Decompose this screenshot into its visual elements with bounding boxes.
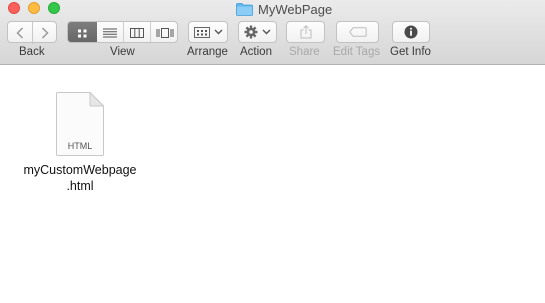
zoom-window-button[interactable] xyxy=(48,2,60,14)
arrange-label: Arrange xyxy=(187,46,228,58)
cover-flow-button[interactable] xyxy=(151,22,177,42)
toolbar: MyWebPage Back View Arrange Action Share… xyxy=(0,0,545,65)
window-title-text: MyWebPage xyxy=(258,1,333,17)
folder-icon xyxy=(236,2,253,16)
info-icon xyxy=(404,25,418,39)
file-type-badge: HTML xyxy=(68,141,93,151)
chevron-right-icon xyxy=(41,27,49,39)
window-title: MyWebPage xyxy=(236,0,332,18)
arrange-button[interactable] xyxy=(188,21,228,43)
list-view-button[interactable] xyxy=(97,22,124,42)
back-button[interactable] xyxy=(8,22,33,44)
view-label: View xyxy=(110,46,135,58)
close-window-button[interactable] xyxy=(8,2,20,14)
share-button[interactable] xyxy=(286,21,325,43)
gear-icon xyxy=(244,25,258,39)
edit-tags-button[interactable] xyxy=(336,21,379,43)
view-segmented-control xyxy=(67,21,178,43)
chevron-down-icon xyxy=(262,29,271,35)
tag-icon xyxy=(348,27,367,37)
html-document-icon: HTML xyxy=(56,92,104,156)
list-view-icon xyxy=(103,28,117,38)
icon-view-button[interactable] xyxy=(68,22,97,42)
column-view-button[interactable] xyxy=(124,22,151,42)
cover-flow-icon xyxy=(156,28,173,38)
chevron-left-icon xyxy=(16,27,24,39)
edit-tags-label: Edit Tags xyxy=(333,46,381,58)
get-info-label: Get Info xyxy=(390,46,431,58)
share-label: Share xyxy=(289,46,320,58)
action-label: Action xyxy=(240,46,272,58)
back-label: Back xyxy=(19,46,45,58)
column-view-icon xyxy=(130,28,144,38)
action-button[interactable] xyxy=(238,21,277,43)
minimize-window-button[interactable] xyxy=(28,2,40,14)
share-icon xyxy=(300,25,311,39)
file-name-line2: .html xyxy=(66,179,94,193)
file-item[interactable]: HTML myCustomWebpage .html xyxy=(22,92,138,194)
file-name-line1: myCustomWebpage xyxy=(23,163,137,177)
get-info-button[interactable] xyxy=(392,21,430,43)
forward-button[interactable] xyxy=(33,22,57,44)
icon-view-icon xyxy=(78,29,87,37)
chevron-down-icon xyxy=(214,29,222,35)
back-forward-control xyxy=(7,21,57,44)
arrange-icon xyxy=(193,26,210,38)
